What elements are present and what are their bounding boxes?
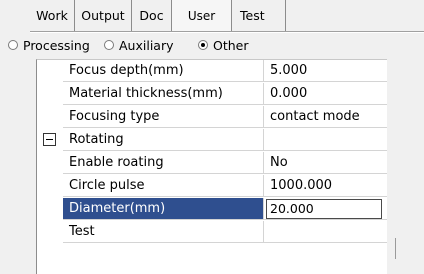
diameter-edit-field[interactable]: 20.000 — [266, 199, 382, 219]
tab-bar-highlight — [30, 32, 424, 33]
radio-processing-indicator[interactable] — [8, 40, 18, 50]
mode-radio-group: Processing Auxiliary Other — [8, 35, 424, 55]
row-gutter — [37, 129, 62, 152]
property-row-focusing-type[interactable]: Focusing type contact mode — [37, 106, 387, 129]
tab-work[interactable]: Work — [30, 0, 75, 31]
row-gutter — [37, 221, 62, 244]
scroll-indicator — [395, 238, 396, 259]
tab-doc[interactable]: Doc — [132, 0, 172, 31]
property-row-focus-depth[interactable]: Focus depth(mm) 5.000 — [37, 60, 387, 83]
radio-auxiliary[interactable]: Auxiliary — [104, 35, 174, 55]
row-gutter — [37, 175, 62, 198]
property-value[interactable]: contact mode — [264, 106, 387, 128]
property-row-material-thickness[interactable]: Material thickness(mm) 0.000 — [37, 83, 387, 106]
property-name: Circle pulse — [63, 175, 264, 197]
property-value[interactable]: 1000.000 — [264, 175, 387, 197]
property-row-test[interactable]: Test — [37, 221, 387, 244]
property-name-selected: Diameter(mm) — [63, 198, 264, 220]
radio-auxiliary-indicator[interactable] — [104, 40, 114, 50]
property-name: Focus depth(mm) — [63, 60, 264, 82]
row-gutter — [37, 152, 62, 175]
category-name: Rotating — [63, 129, 264, 151]
property-name: Material thickness(mm) — [63, 83, 264, 105]
property-row-enable-rotating[interactable]: Enable roating No — [37, 152, 387, 175]
collapse-icon[interactable] — [43, 133, 56, 146]
property-value[interactable] — [264, 221, 387, 243]
radio-other[interactable]: Other — [198, 35, 249, 55]
row-gutter — [37, 198, 62, 221]
row-gutter — [37, 83, 62, 106]
property-value[interactable]: No — [264, 152, 387, 174]
property-grid: Focus depth(mm) 5.000 Material thickness… — [36, 59, 387, 274]
property-value[interactable]: 0.000 — [264, 83, 387, 105]
property-name: Test — [63, 221, 264, 243]
radio-other-label[interactable]: Other — [213, 38, 249, 53]
tab-bar: Work Output Doc User Test — [30, 0, 424, 33]
diameter-edit-text: 20.000 — [270, 201, 314, 216]
category-value — [264, 129, 387, 151]
radio-other-indicator[interactable] — [198, 40, 208, 50]
tab-test[interactable]: Test — [232, 0, 286, 31]
row-gutter — [37, 106, 62, 129]
property-value[interactable]: 5.000 — [264, 60, 387, 82]
radio-processing-label[interactable]: Processing — [23, 38, 90, 53]
property-name: Focusing type — [63, 106, 264, 128]
property-row-circle-pulse[interactable]: Circle pulse 1000.000 — [37, 175, 387, 198]
tab-output[interactable]: Output — [75, 0, 132, 31]
property-row-diameter[interactable]: Diameter(mm) 20.000 — [37, 198, 387, 221]
property-category-rotating[interactable]: Rotating — [37, 129, 387, 152]
tab-user[interactable]: User — [172, 0, 232, 32]
row-gutter — [37, 60, 62, 83]
radio-auxiliary-label[interactable]: Auxiliary — [119, 38, 174, 53]
property-name: Enable roating — [63, 152, 264, 174]
radio-processing[interactable]: Processing — [8, 35, 90, 55]
